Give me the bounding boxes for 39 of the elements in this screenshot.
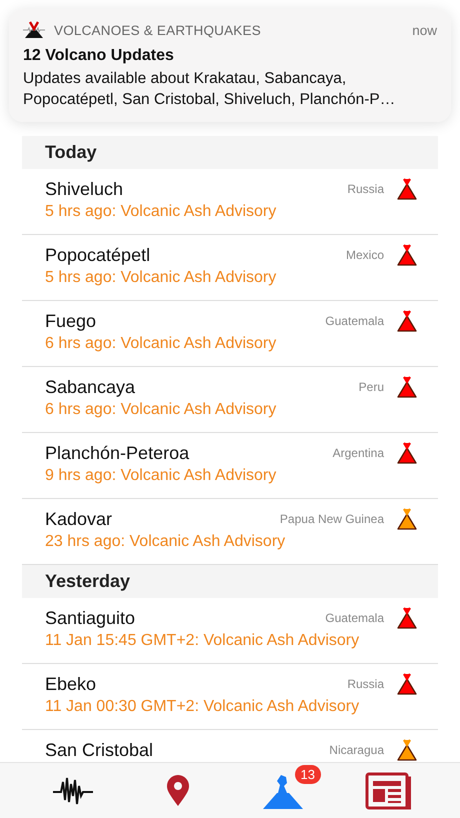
volcano-name: San Cristobal <box>45 740 154 760</box>
update-text: 9 hrs ago: Volcanic Ash Advisory <box>45 467 278 485</box>
notification-toast[interactable]: VOLCANOES & EARTHQUAKES now 12 Volcano Updates Updates available about Krakatau, Sabancaya, Popocatépetl, San Cristobal, Shiveluch, Planchón-P… <box>9 9 451 122</box>
notification-body: Updates available about Krakatau, Sabancaya, Popocatépetl, San Cristobal, Shiveluch, Planchón-P… <box>23 69 396 110</box>
volcano-name: Kadovar <box>45 508 114 530</box>
update-text: 6 hrs ago: Volcanic Ash Advisory <box>45 401 278 419</box>
country-label: Papua New Guinea <box>280 512 384 526</box>
update-text: 11 Jan 15:45 GMT+2: Volcanic Ash Advisory <box>45 632 360 650</box>
update-text: 11 Jan 00:30 GMT+2: Volcanic Ash Advisory <box>45 698 360 716</box>
volcano-name: Fuego <box>45 310 98 332</box>
tab-button[interactable]: 13 <box>242 764 322 816</box>
app-icon <box>23 21 45 39</box>
map-pin-icon <box>166 774 190 806</box>
country-label: Argentina <box>332 446 384 460</box>
country-label: Russia <box>347 677 384 691</box>
section-header: Today <box>22 136 438 169</box>
volcano-name: Planchón-Peteroa <box>45 442 190 464</box>
country-label: Russia <box>347 182 384 196</box>
country-label: Nicaragua <box>329 743 384 757</box>
country-label: Guatemala <box>325 314 384 328</box>
country-label: Guatemala <box>325 611 384 625</box>
notification-title: 12 Volcano Updates <box>23 47 175 65</box>
app-name: VOLCANOES & EARTHQUAKES <box>54 22 262 38</box>
volcano-name: Sabancaya <box>45 376 136 398</box>
update-text: 23 hrs ago: Volcanic Ash Advisory <box>45 533 286 551</box>
update-text: 5 hrs ago: Volcanic Ash Advisory <box>45 203 278 221</box>
volcano-name: Santiaguito <box>45 608 136 628</box>
section-header: Yesterday <box>22 565 438 598</box>
volcano-name: Ebeko <box>45 674 98 694</box>
volcano-name: Popocatépetl <box>45 244 152 266</box>
country-label: Mexico <box>346 248 384 262</box>
newspaper-icon <box>364 772 410 810</box>
country-label: Peru <box>358 380 384 394</box>
volcano-icon <box>262 772 302 808</box>
badge: 13 <box>294 764 321 784</box>
notification-time: now <box>412 22 437 38</box>
update-text: 6 hrs ago: Volcanic Ash Advisory <box>45 335 278 353</box>
update-text: 5 hrs ago: Volcanic Ash Advisory <box>45 269 278 287</box>
volcano-name: Shiveluch <box>45 178 124 200</box>
